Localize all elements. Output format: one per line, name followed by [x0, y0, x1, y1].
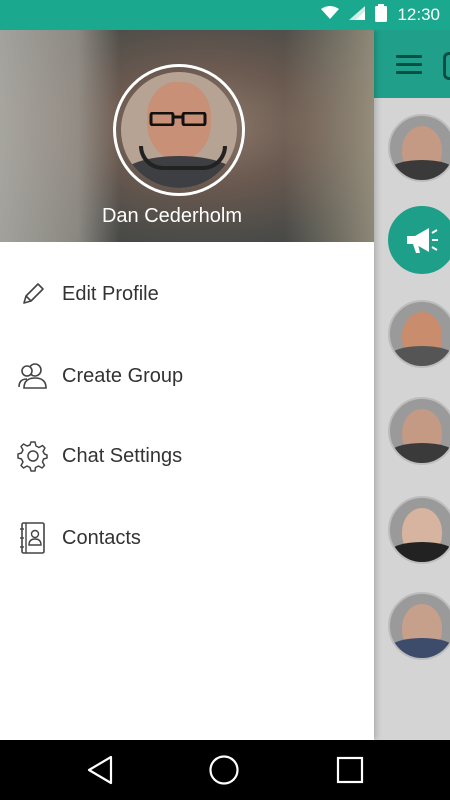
group-icon [16, 359, 50, 393]
gear-icon [16, 439, 50, 473]
system-nav-bar [0, 740, 450, 800]
navigation-drawer: Dan Cederholm Edit Profile Create Group … [0, 30, 374, 740]
contact-avatar[interactable] [388, 300, 450, 368]
menu-item-contacts[interactable]: Contacts [0, 510, 374, 566]
status-time: 12:30 [397, 5, 440, 24]
status-bar: 12:30 [0, 0, 450, 30]
signal-icon [349, 5, 366, 25]
background-app[interactable] [374, 30, 450, 740]
menu-item-label: Edit Profile [62, 282, 159, 305]
menu-item-edit-profile[interactable]: Edit Profile [0, 266, 374, 322]
home-icon[interactable] [208, 754, 240, 786]
menu-item-chat-settings[interactable]: Chat Settings [0, 428, 374, 484]
contact-avatar[interactable] [388, 496, 450, 564]
pencil-icon [16, 277, 50, 311]
menu-icon[interactable] [396, 55, 422, 74]
recents-icon[interactable] [334, 754, 366, 786]
app-bar-action-icon [443, 52, 450, 80]
drawer-header: Dan Cederholm [0, 30, 374, 242]
menu-item-label: Contacts [62, 526, 141, 549]
profile-avatar[interactable] [121, 72, 237, 188]
back-icon[interactable] [84, 754, 116, 786]
battery-icon [375, 3, 388, 27]
menu-item-label: Create Group [62, 364, 184, 387]
contact-avatar[interactable] [388, 592, 450, 660]
background-app-bar [374, 30, 450, 98]
broadcast-megaphone-icon[interactable] [388, 206, 450, 274]
menu-item-create-group[interactable]: Create Group [0, 348, 374, 404]
wifi-icon [321, 5, 340, 25]
user-name: Dan Cederholm [101, 205, 243, 227]
menu-item-label: Chat Settings [62, 444, 183, 467]
contact-avatar[interactable] [388, 114, 450, 182]
contact-avatar[interactable] [388, 397, 450, 465]
status-icons: 12:30 [321, 0, 440, 30]
contacts-book-icon [16, 521, 50, 555]
